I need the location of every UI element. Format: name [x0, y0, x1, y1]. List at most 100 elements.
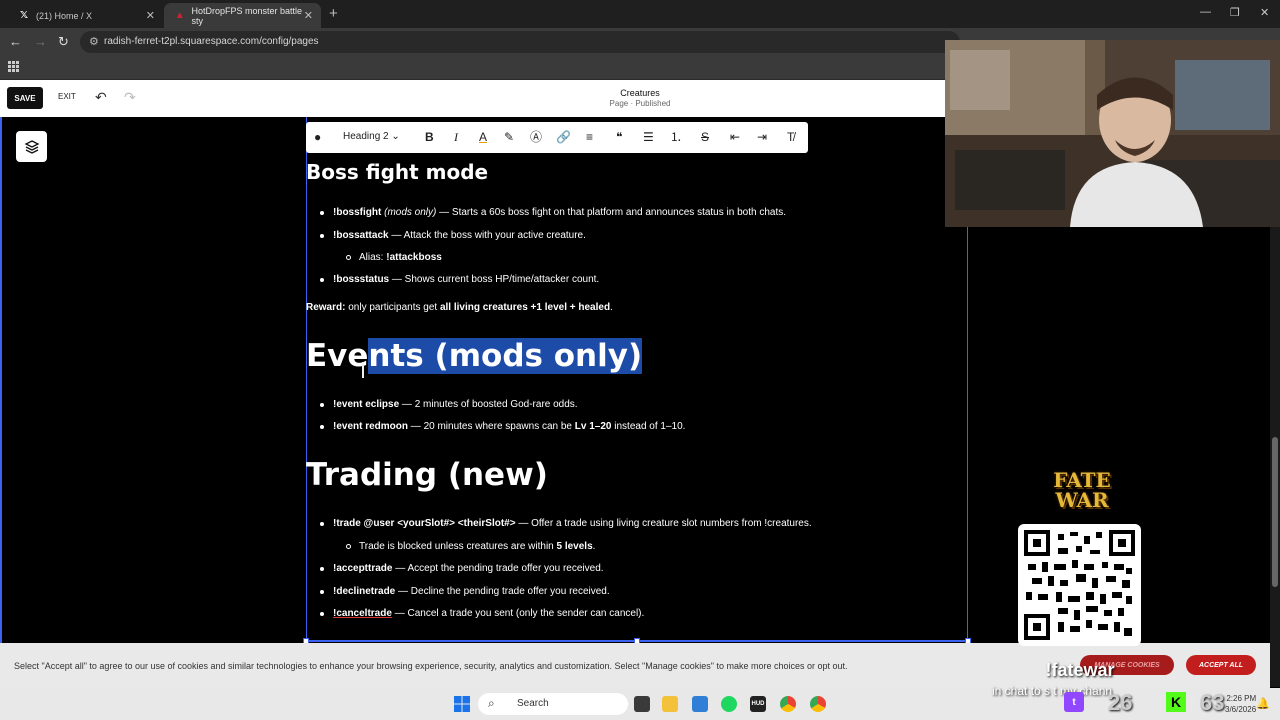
sub-bullet — [346, 255, 351, 260]
qr-code — [1018, 524, 1141, 646]
undo-icon[interactable]: ↶ — [95, 89, 107, 106]
reward-text: only participants get — [345, 302, 440, 313]
bullet — [320, 211, 324, 215]
x-logo-icon: 𝕏 — [19, 10, 29, 21]
chrome-icon[interactable] — [780, 696, 796, 712]
save-button[interactable]: SAVE — [7, 87, 43, 109]
spotify-icon[interactable] — [721, 696, 737, 712]
bullet — [320, 612, 324, 616]
new-tab-icon[interactable]: + — [329, 5, 338, 22]
chrome-profile-icon[interactable] — [810, 696, 826, 712]
list-item[interactable]: !event eclipse — 2 minutes of boosted Go… — [333, 399, 578, 410]
link-icon[interactable]: 🔗 — [556, 130, 571, 144]
rule-end: . — [592, 541, 596, 552]
boss-fight-heading[interactable]: Boss fight mode — [306, 160, 488, 184]
bullet-list-icon[interactable]: ☰ — [643, 130, 654, 144]
site-info-icon[interactable]: ⚙ — [89, 35, 99, 48]
sub-bullet — [346, 544, 351, 549]
command: !bossfight — [333, 207, 382, 218]
clear-format-icon[interactable]: T̸ — [787, 130, 794, 144]
list-item[interactable]: !bossstatus — Shows current boss HP/time… — [333, 274, 599, 285]
reload-icon[interactable]: ↻ — [58, 34, 69, 50]
logo-line: FATE — [1053, 468, 1111, 492]
task-view-icon[interactable] — [634, 696, 650, 712]
close-tab-icon[interactable]: ✕ — [304, 9, 313, 22]
back-icon[interactable]: ← — [9, 34, 22, 49]
system-clock[interactable]: 2:26 PM 3/6/2026 — [1225, 693, 1256, 715]
tab-x-home[interactable]: 𝕏 (21) Home / X ✕ — [8, 3, 163, 28]
trading-heading[interactable]: Trading (new) — [306, 457, 548, 493]
forward-icon[interactable]: → — [34, 34, 47, 49]
text-style-icon[interactable]: Ⓐ — [530, 130, 542, 144]
stream-command: !fatewar — [1045, 660, 1115, 680]
reward-paragraph[interactable]: Reward: only participants get all living… — [306, 302, 613, 313]
list-item[interactable]: !bossattack — Attack the boss with your … — [333, 230, 586, 241]
list-item[interactable]: Trade is blocked unless creatures are wi… — [359, 541, 595, 552]
heading-style-select[interactable]: Heading 2 ⌄ — [343, 131, 400, 142]
list-item[interactable]: !declinetrade — Decline the pending trad… — [333, 586, 610, 597]
strikethrough-icon[interactable]: S — [701, 130, 709, 144]
command-desc: — Shows current boss HP/time/attacker co… — [389, 274, 600, 285]
address-bar[interactable]: ⚙ radish-ferret-t2pl.squarespace.com/con… — [80, 31, 960, 53]
exit-button[interactable]: EXIT — [58, 92, 76, 101]
cookie-text: Select "Accept all" to agree to our use … — [14, 661, 848, 671]
list-item[interactable]: !trade @user <yourSlot#> <theirSlot#> — … — [333, 518, 812, 529]
webcam-overlay — [945, 40, 1280, 227]
events-heading[interactable]: Events (mods only) — [306, 338, 643, 374]
command-desc: — Offer a trade using living creature sl… — [515, 518, 812, 529]
clock-date: 3/6/2026 — [1225, 705, 1257, 714]
command: !event eclipse — [333, 399, 400, 410]
italic-icon[interactable]: I — [454, 130, 458, 144]
indent-icon[interactable]: ⇥ — [757, 130, 767, 144]
outdent-icon[interactable]: ⇤ — [730, 130, 740, 144]
fate-war-logo: FATE WAR — [1038, 470, 1126, 510]
text-cursor — [362, 362, 364, 378]
list-item[interactable]: !accepttrade — Accept the pending trade … — [333, 563, 604, 574]
quote-icon[interactable]: ❝ — [616, 130, 622, 144]
list-item[interactable]: !canceltrade — Cancel a trade you sent (… — [333, 608, 644, 619]
highlight-icon[interactable]: ✎ — [504, 130, 514, 144]
text-format-toolbar: ● Heading 2 ⌄ B I A ✎ Ⓐ 🔗 ≡ ❝ ☰ ⒈ S ⇤ ⇥ … — [306, 122, 808, 153]
list-item[interactable]: Alias: !attackboss — [359, 252, 442, 263]
level-range: Lv 1–20 — [574, 421, 612, 432]
list-item[interactable]: !bossfight (mods only) — Starts a 60s bo… — [333, 207, 786, 218]
squarespace-icon: ▲ — [174, 10, 185, 21]
accept-all-button[interactable]: ACCEPT ALL — [1186, 655, 1256, 675]
block-style-icon[interactable]: ● — [314, 130, 321, 144]
list-item[interactable]: !event redmoon — 20 minutes where spawns… — [333, 421, 685, 432]
stream-chat-line: in chat to s t my chann — [992, 684, 1113, 698]
close-tab-icon[interactable]: ✕ — [146, 9, 155, 22]
rule-text: Trade is blocked unless creatures are wi… — [359, 541, 557, 552]
file-explorer-icon[interactable] — [662, 696, 678, 712]
twitch-viewer-count: 26 — [1108, 690, 1133, 715]
apps-grid-icon[interactable] — [8, 61, 19, 72]
command: !canceltrade — [333, 608, 392, 619]
notification-icon[interactable]: 🔔 — [1256, 697, 1270, 710]
scroll-thumb[interactable] — [1272, 437, 1278, 587]
restore-icon[interactable]: ❐ — [1230, 6, 1240, 19]
bullet — [320, 425, 324, 429]
redo-icon[interactable]: ↷ — [124, 89, 136, 106]
command-desc: — 2 minutes of boosted God-rare odds. — [399, 399, 578, 410]
tab-squarespace[interactable]: ▲ HotDropFPS monster battle sty ✕ — [164, 3, 321, 28]
bold-icon[interactable]: B — [425, 130, 434, 144]
command-desc: — Accept the pending trade offer you rec… — [392, 563, 604, 574]
alias-label: Alias: — [359, 252, 387, 263]
tab-label: (21) Home / X — [36, 10, 93, 21]
minimize-icon[interactable]: — — [1200, 6, 1211, 18]
command: !event redmoon — [333, 421, 409, 432]
window-close-icon[interactable]: ✕ — [1260, 6, 1269, 19]
hud-app-icon[interactable]: HUD — [750, 696, 766, 712]
align-left-icon[interactable]: ≡ — [586, 130, 593, 144]
twitch-icon: t — [1064, 692, 1084, 712]
windows-start-icon[interactable] — [454, 696, 470, 712]
command: !bossstatus — [333, 274, 390, 285]
command-desc: — Starts a 60s boss fight on that platfo… — [436, 207, 787, 218]
notepad-icon[interactable] — [692, 696, 708, 712]
kick-viewer-count: 63 — [1200, 690, 1225, 715]
text-color-icon[interactable]: A — [479, 130, 487, 144]
heading-text: Eve — [306, 338, 369, 374]
taskbar-search[interactable]: ⌕ Search — [478, 693, 628, 715]
numbered-list-icon[interactable]: ⒈ — [670, 130, 682, 144]
layers-icon[interactable] — [16, 131, 47, 162]
